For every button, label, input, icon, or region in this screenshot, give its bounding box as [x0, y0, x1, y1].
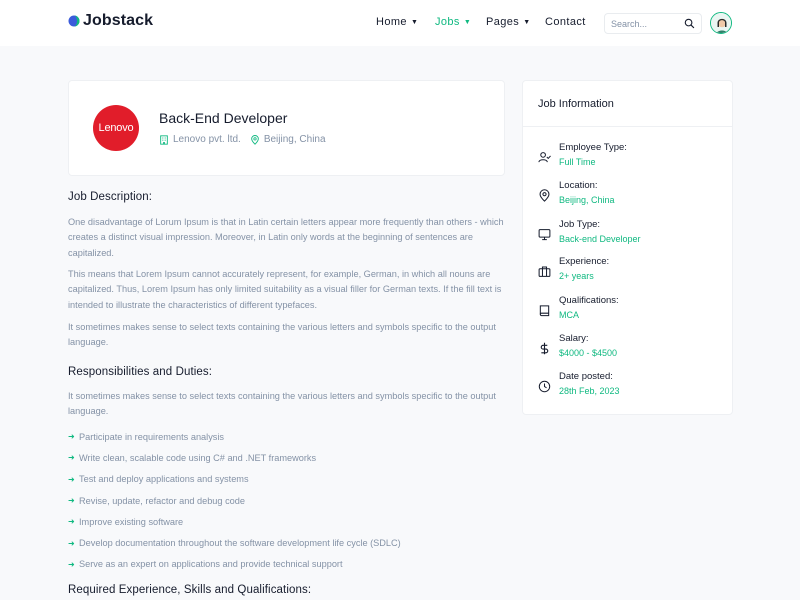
briefcase-icon	[538, 266, 551, 277]
brand-name: Jobstack	[83, 12, 154, 29]
dollar-icon	[540, 342, 549, 355]
list-item-text: Revise, update, refactor and debug code	[79, 495, 245, 506]
info-value: Back-end Developer	[559, 234, 641, 244]
nav-home-label: Home	[376, 16, 407, 28]
nav-contact-label: Contact	[545, 16, 586, 28]
nav-home[interactable]: Home ▼	[376, 16, 418, 28]
search-box	[604, 13, 702, 34]
map-pin-icon	[251, 134, 259, 145]
nav-jobs[interactable]: Jobs ▼	[435, 16, 471, 28]
arrow-right-icon: ➜	[68, 474, 75, 484]
search-icon[interactable]	[684, 18, 695, 29]
list-item: ➜ Revise, update, refactor and debug code	[68, 490, 401, 511]
book-icon	[539, 305, 550, 317]
info-label: Qualifications:	[559, 295, 619, 306]
list-item: ➜ Serve as an expert on applications and …	[68, 554, 401, 575]
info-label: Salary:	[559, 333, 589, 344]
list-item: ➜ Test and deploy applications and system…	[68, 469, 401, 490]
info-value: Full Time	[559, 157, 596, 167]
list-item: ➜ Develop documentation throughout the so…	[68, 532, 401, 553]
list-item-text: Write clean, scalable code using C# and …	[79, 452, 317, 463]
list-item-text: Improve existing software	[79, 516, 184, 527]
monitor-icon	[538, 229, 551, 241]
job-location: Beijing, China	[263, 134, 326, 145]
arrow-right-icon: ➜	[68, 559, 75, 569]
arrow-right-icon: ➜	[68, 538, 75, 548]
user-avatar[interactable]	[710, 12, 732, 34]
avatar-image	[711, 13, 731, 33]
info-value: $4000 - $4500	[559, 348, 618, 358]
top-navbar: Jobstack Home ▼ Jobs ▼ Pages ▼ Contact	[0, 0, 800, 46]
info-value: MCA	[559, 310, 579, 320]
info-label: Employee Type:	[559, 142, 627, 153]
job-title: Back-End Developer	[159, 110, 288, 126]
responsibilities-list: ➜ Participate in requirements analysis ➜ W…	[68, 426, 401, 575]
info-label: Experience:	[559, 256, 610, 267]
chevron-down-icon: ▼	[410, 18, 419, 26]
arrow-right-icon: ➜	[68, 496, 75, 506]
arrow-right-icon: ➜	[68, 432, 75, 442]
user-check-icon	[538, 152, 551, 163]
description-paragraph: This means that Lorem Ipsum cannot accur…	[68, 269, 502, 310]
search-input[interactable]	[611, 18, 683, 29]
job-information-card: Job Information Employee Type: Full Time…	[522, 80, 733, 415]
responsibilities-intro: It sometimes makes sense to select texts…	[68, 391, 496, 417]
brand-logo[interactable]: Jobstack	[68, 12, 153, 30]
arrow-right-icon: ➜	[68, 453, 75, 463]
requirements-heading: Required Experience, Skills and Qualific…	[68, 584, 312, 596]
map-pin-icon	[539, 189, 550, 202]
info-label: Job Type:	[559, 219, 601, 230]
list-item-text: Test and deploy applications and systems	[79, 474, 249, 485]
job-information-heading: Job Information	[523, 81, 732, 127]
job-description-heading: Job Description:	[68, 191, 153, 203]
list-item: ➜ Improve existing software	[68, 511, 401, 532]
info-value: 2+ years	[559, 271, 594, 281]
info-label: Date posted:	[559, 371, 613, 382]
job-meta: Lenovo pvt. ltd. Beijing, China	[159, 134, 326, 145]
chevron-down-icon: ▼	[523, 18, 531, 26]
job-header-card: Lenovo Back-End Developer Lenovo pvt. lt…	[68, 80, 505, 176]
list-item: ➜ Write clean, scalable code using C# and…	[68, 447, 401, 468]
list-item-text: Develop documentation throughout the sof…	[79, 538, 401, 549]
building-icon	[160, 134, 168, 145]
list-item: ➜ Participate in requirements analysis	[68, 426, 401, 447]
logo-mark-icon	[68, 15, 80, 27]
nav-pages-label: Pages	[486, 16, 520, 28]
info-label: Location:	[559, 180, 598, 191]
responsibilities-heading: Responsibilities and Duties:	[68, 366, 213, 378]
info-value: 28th Feb, 2023	[559, 386, 620, 396]
chevron-down-icon: ▼	[463, 18, 472, 26]
description-paragraph: One disadvantage of Lorum Ipsum is that …	[68, 217, 504, 258]
company-name[interactable]: Lenovo pvt. ltd.	[173, 134, 241, 145]
nav-pages[interactable]: Pages ▼	[486, 16, 531, 28]
company-logo[interactable]: Lenovo	[93, 105, 139, 151]
list-item-text: Participate in requirements analysis	[79, 431, 225, 442]
description-paragraph: It sometimes makes sense to select texts…	[68, 322, 496, 348]
nav-contact[interactable]: Contact	[545, 16, 586, 28]
clock-icon	[538, 380, 551, 393]
nav-jobs-label: Jobs	[435, 16, 460, 28]
arrow-right-icon: ➜	[68, 517, 75, 527]
list-item-text: Serve as an expert on applications and p…	[79, 559, 343, 570]
info-value: Beijing, China	[559, 195, 615, 205]
